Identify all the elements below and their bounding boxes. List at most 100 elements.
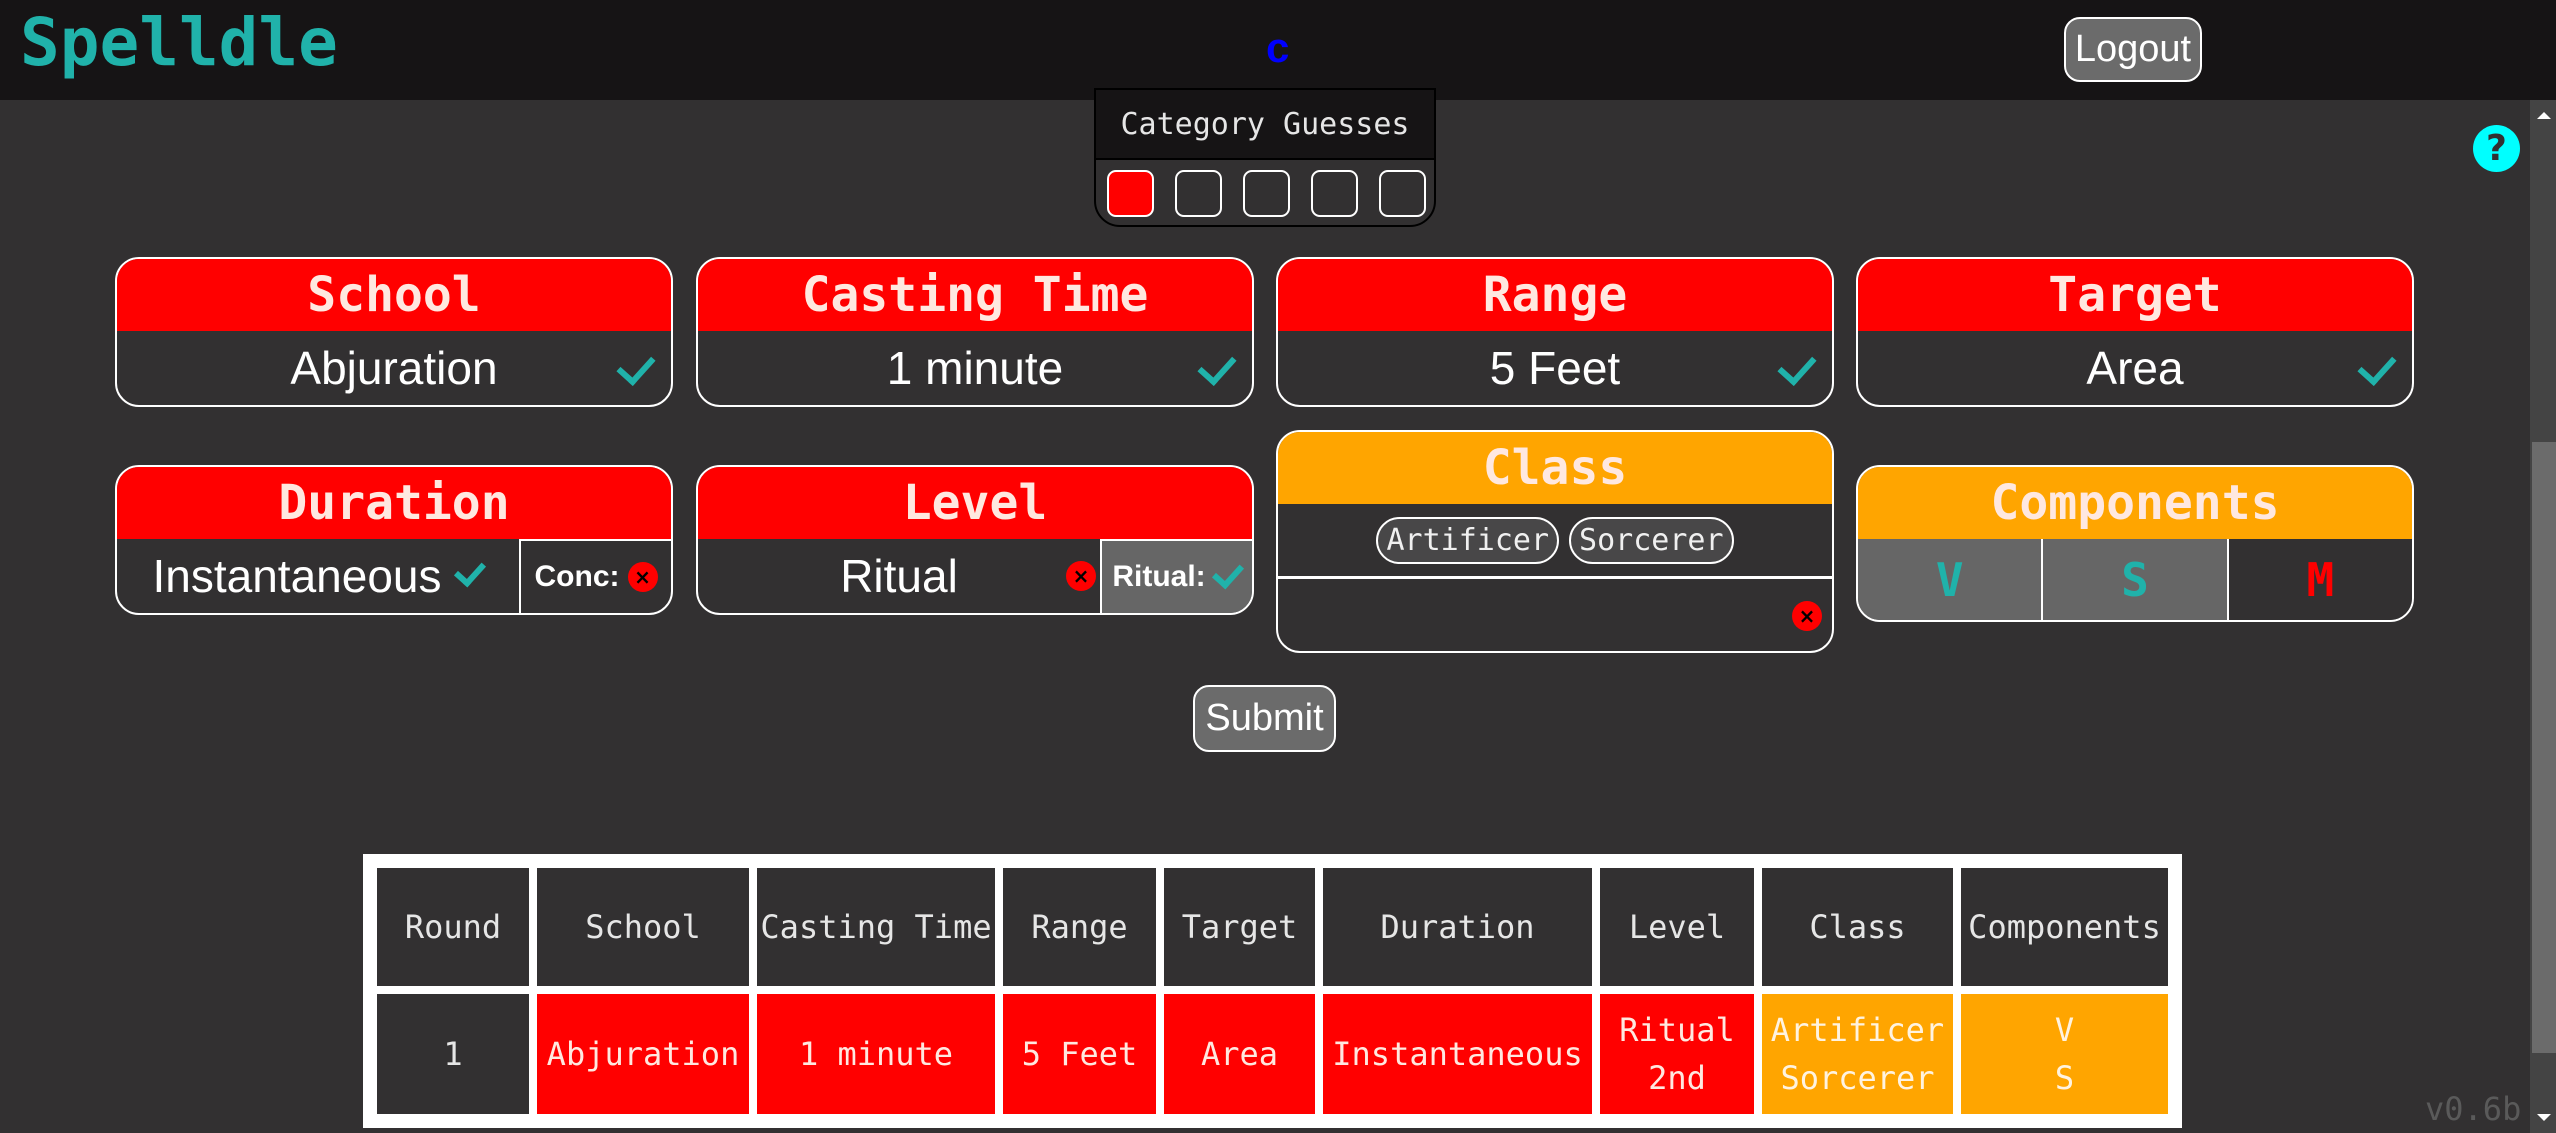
class-card-title: Class (1278, 432, 1832, 504)
cell-line: Sorcerer (1780, 1059, 1935, 1097)
x-circle-icon: × (627, 562, 658, 592)
range-card-title: Range (1278, 259, 1832, 331)
components-card: Components V S M (1856, 465, 2414, 622)
casting-time-value: 1 minute (886, 342, 1064, 394)
column-header: Casting Time (757, 868, 995, 986)
column-header: Duration (1323, 868, 1592, 986)
vertical-scrollbar[interactable] (2530, 100, 2556, 1133)
level-card-title: Level (698, 467, 1252, 539)
range-value: 5 Feet (1489, 342, 1621, 394)
component-m-toggle[interactable]: M (2226, 539, 2412, 620)
class-tags: Artificer Sorcerer (1278, 504, 1832, 579)
scrollbar-thumb[interactable] (2532, 442, 2556, 1053)
column-header: Target (1164, 868, 1315, 986)
check-icon (1211, 556, 1244, 590)
check-icon (453, 554, 486, 588)
column-header: Range (1003, 868, 1156, 986)
table-cell: Ritual 2nd (1600, 994, 1754, 1114)
cell-line: 2nd (1648, 1059, 1706, 1097)
check-icon (1197, 346, 1237, 386)
check-icon (1777, 346, 1817, 386)
casting-time-card: Casting Time 1 minute (696, 257, 1254, 407)
round-cell: 1 (377, 994, 529, 1114)
duration-input[interactable]: Instantaneous (117, 539, 519, 613)
category-guess-indicator (1107, 170, 1154, 217)
category-guess-indicator (1379, 170, 1426, 217)
duration-card: Duration Instantaneous Conc: × (115, 465, 673, 615)
category-guesses-indicators (1096, 160, 1434, 217)
user-initial: c (1266, 24, 1290, 71)
class-tag[interactable]: Artificer (1376, 516, 1560, 564)
cell-line: S (2054, 1059, 2075, 1097)
category-guesses-panel: Category Guesses (1094, 88, 1436, 227)
check-icon (616, 346, 656, 386)
guess-history-table: Round School Casting Time Range Target D… (363, 854, 2182, 1128)
table-cell: 5 Feet (1003, 994, 1156, 1114)
level-card: Level Ritual × Ritual: (696, 465, 1254, 615)
concentration-label: Conc: (534, 560, 620, 593)
category-guess-indicator (1311, 170, 1358, 217)
column-header: Components (1961, 868, 2168, 986)
level-input[interactable]: Ritual × (698, 539, 1100, 613)
column-header: Level (1600, 868, 1754, 986)
submit-button[interactable]: Submit (1193, 685, 1336, 752)
school-card: School Abjuration (115, 257, 673, 407)
cell-line: Ritual (1619, 1011, 1735, 1049)
cell-line: 5 Feet (1021, 1035, 1138, 1073)
scroll-up-arrow-icon[interactable] (2537, 112, 2551, 119)
range-input[interactable]: 5 Feet (1278, 331, 1832, 405)
casting-time-card-title: Casting Time (698, 259, 1252, 331)
x-circle-icon: × (1792, 601, 1822, 631)
range-card: Range 5 Feet (1276, 257, 1834, 407)
cell-line: V (2054, 1011, 2075, 1049)
column-header: School (537, 868, 749, 986)
components-card-title: Components (1858, 467, 2412, 539)
top-bar: Spelldle c Logout (0, 0, 2556, 100)
cell-line: Instantaneous (1332, 1035, 1583, 1073)
table-cell: Instantaneous (1323, 994, 1592, 1114)
class-tag[interactable]: Sorcerer (1569, 516, 1734, 564)
duration-value: Instantaneous (152, 550, 442, 602)
table-cell: Artificer Sorcerer (1762, 994, 1953, 1114)
ritual-label: Ritual: (1112, 560, 1206, 593)
table-row: 1 Abjuration 1 minute 5 Feet Area Instantaneo… (377, 994, 2168, 1114)
x-circle-icon: × (1066, 561, 1096, 591)
table-cell: Abjuration (537, 994, 749, 1114)
ritual-toggle[interactable]: Ritual: (1100, 539, 1252, 613)
app-logo[interactable]: Spelldle (20, 4, 338, 81)
scroll-down-arrow-icon[interactable] (2537, 1114, 2551, 1121)
class-input[interactable]: × (1278, 579, 1832, 651)
help-icon[interactable]: ? (2473, 125, 2520, 172)
table-cell: Area (1164, 994, 1315, 1114)
target-input[interactable]: Area (1858, 331, 2412, 405)
logout-button[interactable]: Logout (2064, 17, 2202, 82)
cell-line: Abjuration (546, 1035, 740, 1073)
column-header: Class (1762, 868, 1953, 986)
casting-time-input[interactable]: 1 minute (698, 331, 1252, 405)
school-card-title: School (117, 259, 671, 331)
duration-card-title: Duration (117, 467, 671, 539)
table-cell: 1 minute (757, 994, 995, 1114)
component-s-toggle[interactable]: S (2041, 539, 2227, 620)
category-guess-indicator (1175, 170, 1222, 217)
components-options: V S M (1858, 539, 2412, 620)
cell-line: 1 minute (798, 1035, 954, 1073)
cell-line: Artificer (1770, 1011, 1945, 1049)
component-v-toggle[interactable]: V (1858, 539, 2042, 620)
check-icon (2357, 346, 2397, 386)
target-value: Area (2086, 342, 2184, 394)
category-guess-indicator (1243, 170, 1290, 217)
level-value: Ritual (840, 550, 958, 602)
target-card-title: Target (1858, 259, 2412, 331)
school-input[interactable]: Abjuration (117, 331, 671, 405)
cell-line: Area (1200, 1035, 1279, 1073)
table-header-row: Round School Casting Time Range Target D… (377, 868, 2168, 986)
concentration-toggle[interactable]: Conc: × (519, 539, 671, 613)
target-card: Target Area (1856, 257, 2414, 407)
category-guesses-title: Category Guesses (1096, 90, 1434, 160)
school-value: Abjuration (290, 342, 498, 394)
version-label: v0.6b (2425, 1090, 2522, 1128)
column-header: Round (377, 868, 529, 986)
class-card: Class Artificer Sorcerer × (1276, 430, 1834, 653)
table-cell: VS (1961, 994, 2168, 1114)
